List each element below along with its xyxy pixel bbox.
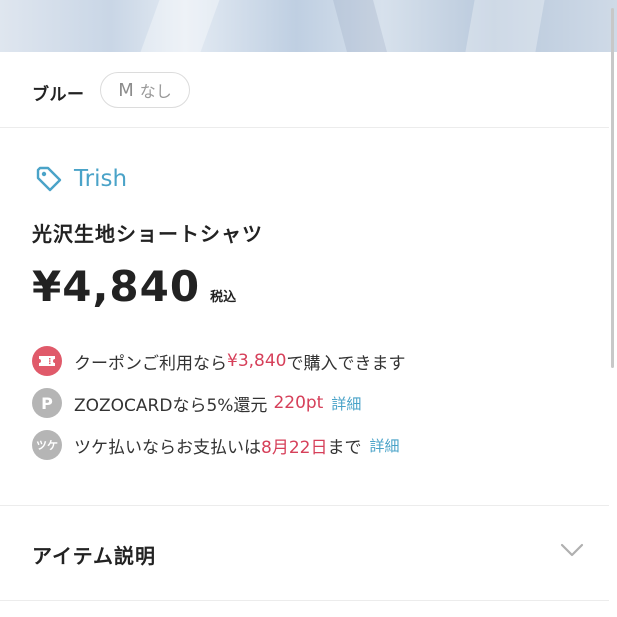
coupon-row: クーポンご利用なら ¥3,840 で購入できます — [32, 346, 405, 376]
tsuke-icon: ツケ — [32, 430, 62, 460]
price: ¥4,840 税込 — [32, 262, 236, 311]
variant-row: ブルー M なし — [0, 52, 609, 128]
points-prefix: ZOZOCARDなら5%還元 — [74, 395, 268, 416]
size-letter: M — [118, 79, 134, 101]
brand-link[interactable]: Trish — [34, 164, 127, 194]
price-amount: ¥4,840 — [32, 262, 201, 311]
scrollbar-thumb[interactable] — [611, 8, 614, 368]
photo-shading — [333, 0, 387, 52]
item-description-toggle-label[interactable]: アイテム説明 — [32, 540, 156, 569]
tsuke-detail-link[interactable]: 詳細 — [369, 435, 399, 456]
size-chip[interactable]: M なし — [100, 72, 190, 108]
tag-icon — [36, 166, 62, 192]
coupon-suffix: で購入できます — [286, 353, 406, 374]
point-icon: P — [32, 388, 62, 418]
points-detail-link[interactable]: 詳細 — [331, 393, 361, 414]
brand-name: Trish — [74, 166, 128, 192]
tsuke-suffix: まで — [327, 437, 362, 458]
divider — [0, 600, 609, 601]
points-value: 220pt — [273, 393, 324, 413]
divider — [0, 505, 609, 506]
tsuke-row: ツケ ツケ払いならお支払いは 8月22日 まで 詳細 — [32, 430, 399, 460]
product-name: 光沢生地ショートシャツ — [32, 222, 263, 246]
chevron-down-icon[interactable] — [560, 542, 584, 558]
coupon-price: ¥3,840 — [227, 351, 287, 371]
photo-shading — [140, 0, 220, 52]
coupon-ticket-icon — [32, 346, 62, 376]
photo-shading — [465, 0, 545, 52]
size-status: なし — [139, 82, 172, 101]
scrollbar[interactable] — [609, 0, 617, 617]
tax-label: 税込 — [210, 290, 237, 305]
points-row: P ZOZOCARDなら5%還元 220pt 詳細 — [32, 388, 361, 418]
product-photo[interactable] — [0, 0, 617, 52]
tsuke-date: 8月22日 — [261, 437, 328, 458]
color-label: ブルー — [32, 85, 85, 105]
tsuke-prefix: ツケ払いならお支払いは — [74, 437, 261, 458]
coupon-prefix: クーポンご利用なら — [74, 353, 227, 374]
